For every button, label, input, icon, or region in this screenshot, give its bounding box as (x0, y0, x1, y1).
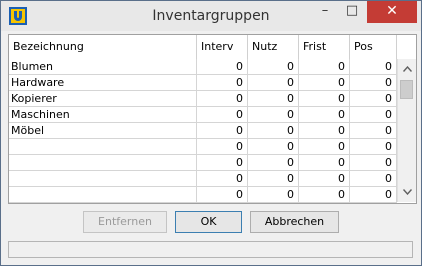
cell-nutz[interactable]: 0 (248, 107, 299, 122)
table-row[interactable]: Maschinen 0 0 0 0 (9, 107, 397, 123)
scroll-down-icon[interactable] (398, 184, 416, 201)
cell-pos[interactable]: 0 (350, 91, 397, 106)
column-header-interv[interactable]: Interv (197, 35, 248, 59)
cell-pos[interactable]: 0 (350, 155, 397, 170)
cell-interv[interactable]: 0 (197, 75, 248, 90)
cell-pos[interactable]: 0 (350, 139, 397, 154)
cell-bezeichnung[interactable] (9, 139, 197, 154)
cell-pos[interactable]: 0 (350, 187, 397, 202)
cell-pos[interactable]: 0 (350, 59, 397, 74)
cell-bezeichnung[interactable]: Maschinen (9, 107, 197, 122)
cell-bezeichnung[interactable]: Blumen (9, 59, 197, 74)
cell-bezeichnung[interactable] (9, 187, 197, 202)
maximize-icon[interactable]: □ (339, 1, 365, 23)
close-icon[interactable]: ✕ (367, 1, 417, 23)
chevron-up-icon (402, 65, 412, 72)
cell-bezeichnung[interactable] (9, 171, 197, 186)
grid-header: Bezeichnung Interv Nutz Frist Pos (9, 35, 397, 59)
cell-interv[interactable]: 0 (197, 139, 248, 154)
cell-interv[interactable]: 0 (197, 187, 248, 202)
scrollbar-thumb[interactable] (400, 80, 413, 99)
cell-nutz[interactable]: 0 (248, 155, 299, 170)
cell-nutz[interactable]: 0 (248, 91, 299, 106)
cell-bezeichnung[interactable] (9, 155, 197, 170)
ok-button[interactable]: OK (175, 211, 242, 233)
table-row[interactable]: Blumen 0 0 0 0 (9, 59, 397, 75)
cell-frist[interactable]: 0 (299, 75, 350, 90)
dialog-window: Inventargruppen – □ ✕ Bezeichnung Interv… (0, 0, 422, 266)
cancel-button[interactable]: Abbrechen (250, 211, 339, 233)
cell-pos[interactable]: 0 (350, 171, 397, 186)
cell-pos[interactable]: 0 (350, 123, 397, 138)
cell-interv[interactable]: 0 (197, 155, 248, 170)
cell-nutz[interactable]: 0 (248, 75, 299, 90)
column-header-pos[interactable]: Pos (350, 35, 397, 59)
cell-bezeichnung[interactable]: Hardware (9, 75, 197, 90)
cell-interv[interactable]: 0 (197, 107, 248, 122)
table-row[interactable]: 0 0 0 0 (9, 171, 397, 187)
cell-nutz[interactable]: 0 (248, 171, 299, 186)
table-row[interactable]: 0 0 0 0 (9, 187, 397, 203)
cell-frist[interactable]: 0 (299, 187, 350, 202)
column-header-bezeichnung[interactable]: Bezeichnung (9, 35, 197, 59)
vertical-scrollbar[interactable] (397, 59, 416, 202)
table-row[interactable]: 0 0 0 0 (9, 139, 397, 155)
column-header-frist[interactable]: Frist (299, 35, 350, 59)
status-bar (8, 241, 413, 258)
inventory-groups-grid[interactable]: Bezeichnung Interv Nutz Frist Pos Blumen… (8, 34, 417, 204)
cell-nutz[interactable]: 0 (248, 123, 299, 138)
cell-frist[interactable]: 0 (299, 139, 350, 154)
cell-pos[interactable]: 0 (350, 107, 397, 122)
chevron-down-icon (402, 189, 412, 196)
title-bar[interactable]: Inventargruppen – □ ✕ (1, 1, 421, 31)
cell-frist[interactable]: 0 (299, 155, 350, 170)
scroll-up-icon[interactable] (398, 61, 416, 78)
cell-frist[interactable]: 0 (299, 123, 350, 138)
cell-frist[interactable]: 0 (299, 59, 350, 74)
cell-bezeichnung[interactable]: Kopierer (9, 91, 197, 106)
cell-nutz[interactable]: 0 (248, 59, 299, 74)
cell-interv[interactable]: 0 (197, 171, 248, 186)
table-row[interactable]: Hardware 0 0 0 0 (9, 75, 397, 91)
table-row[interactable]: 0 0 0 0 (9, 155, 397, 171)
cell-frist[interactable]: 0 (299, 171, 350, 186)
table-row[interactable]: Möbel 0 0 0 0 (9, 123, 397, 139)
cell-frist[interactable]: 0 (299, 91, 350, 106)
cell-frist[interactable]: 0 (299, 107, 350, 122)
table-row[interactable]: Kopierer 0 0 0 0 (9, 91, 397, 107)
cell-nutz[interactable]: 0 (248, 139, 299, 154)
cell-interv[interactable]: 0 (197, 59, 248, 74)
remove-button[interactable]: Entfernen (83, 211, 167, 233)
cell-interv[interactable]: 0 (197, 91, 248, 106)
cell-pos[interactable]: 0 (350, 75, 397, 90)
cell-nutz[interactable]: 0 (248, 187, 299, 202)
grid-rows: Blumen 0 0 0 0 Hardware 0 0 0 0 Kopierer… (9, 59, 397, 203)
minimize-icon[interactable]: – (312, 1, 338, 23)
cell-interv[interactable]: 0 (197, 123, 248, 138)
cell-bezeichnung[interactable]: Möbel (9, 123, 197, 138)
column-header-nutz[interactable]: Nutz (248, 35, 299, 59)
